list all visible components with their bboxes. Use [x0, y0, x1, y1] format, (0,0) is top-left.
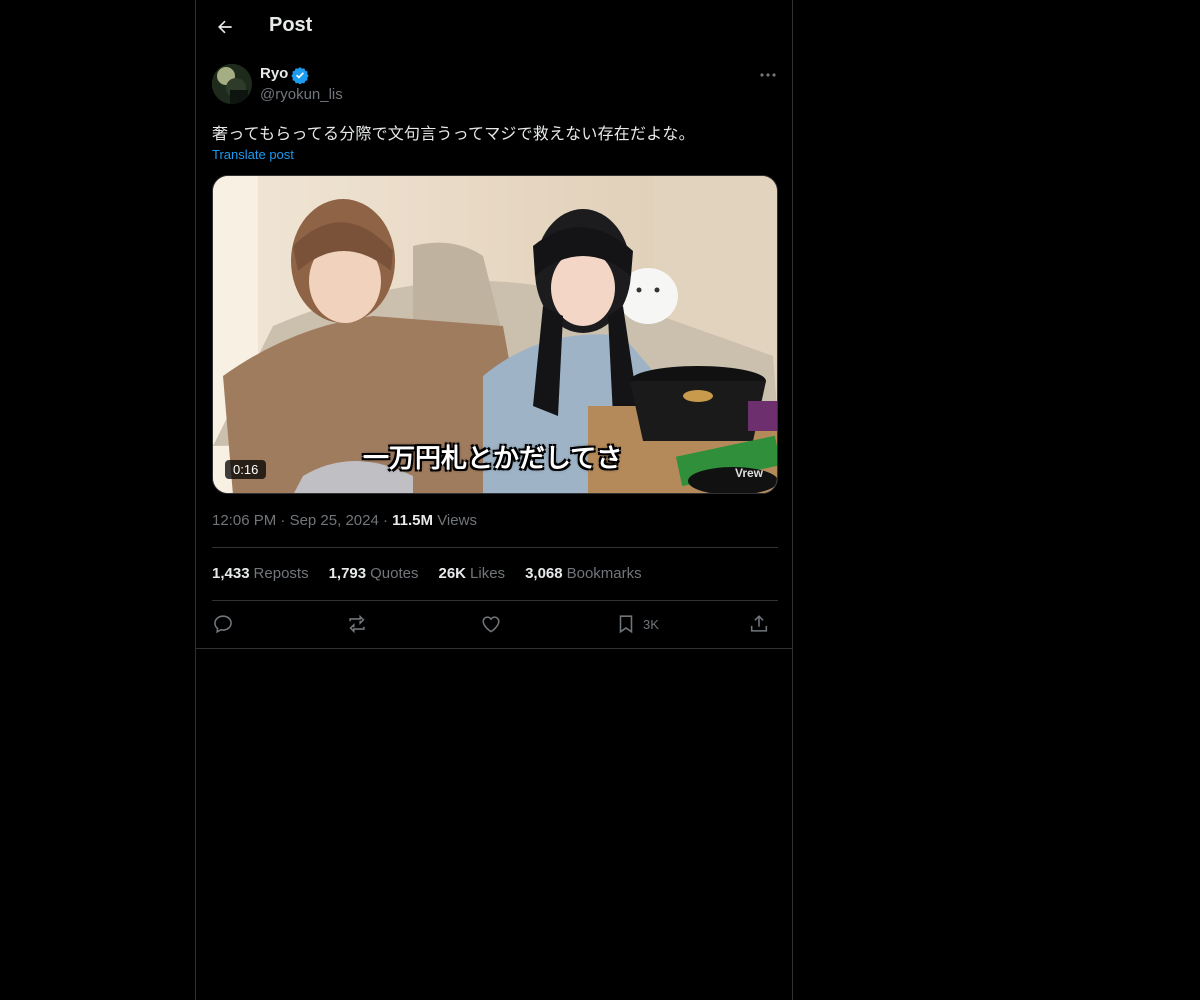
- bookmark-count: 3K: [643, 616, 659, 632]
- post-meta: 12:06 PM · Sep 25, 2024 · 11.5M Views: [212, 512, 477, 529]
- meta-separator: ·: [382, 512, 393, 529]
- share-button[interactable]: [748, 611, 770, 637]
- reposts-label: Reposts: [253, 565, 309, 582]
- meta-separator: ·: [280, 512, 290, 529]
- avatar[interactable]: [212, 64, 252, 104]
- divider: [212, 547, 778, 548]
- likes-label: Likes: [470, 565, 506, 582]
- repost-button[interactable]: [346, 611, 368, 637]
- author-name[interactable]: Ryo: [260, 65, 288, 82]
- action-bar: 3K: [212, 611, 778, 639]
- header: Post: [196, 0, 792, 54]
- divider: [196, 648, 792, 649]
- repost-icon: [349, 614, 365, 634]
- page-title: Post: [269, 14, 313, 36]
- avatar-image: [212, 64, 252, 104]
- divider: [212, 600, 778, 601]
- likes-stat[interactable]: 26K Likes: [439, 565, 506, 582]
- author-handle[interactable]: @ryokun_lis: [260, 86, 343, 103]
- bookmark-button[interactable]: 3K: [615, 611, 659, 637]
- share-icon: [750, 615, 768, 632]
- post-stats: 1,433 Reposts 1,793 Quotes 26K Likes 3,068 B…: [212, 565, 642, 582]
- post-column: Post Ryo @ryokun_lis 奢ってもらってる分際で文句言うってマジ…: [195, 0, 793, 1000]
- quotes-stat[interactable]: 1,793 Quotes: [329, 565, 419, 582]
- verified-badge-icon: [291, 67, 309, 84]
- bookmarks-label: Bookmarks: [566, 565, 642, 582]
- video-duration: 0:16: [225, 460, 267, 479]
- reposts-stat[interactable]: 1,433 Reposts: [212, 565, 309, 582]
- post-text: 奢ってもらってる分際で文句言うってマジで救えない存在だよな。: [212, 124, 695, 143]
- reposts-count: 1,433: [212, 565, 250, 582]
- video-watermark: Vrew: [735, 466, 764, 480]
- video-player[interactable]: 0:16 一万円札とかだしてさ Vrew: [212, 175, 778, 494]
- reply-icon: [214, 615, 232, 634]
- post-date[interactable]: Sep 25, 2024: [290, 512, 379, 529]
- bookmarks-count: 3,068: [525, 565, 563, 582]
- quotes-count: 1,793: [328, 565, 367, 582]
- heart-icon: [482, 616, 500, 633]
- arrow-left-icon: [218, 20, 232, 34]
- bookmark-icon: [619, 615, 633, 634]
- post-time[interactable]: 12:06 PM: [212, 512, 276, 529]
- like-button[interactable]: [480, 611, 502, 637]
- views-count: 11.5M: [392, 512, 434, 529]
- more-button[interactable]: [754, 64, 782, 86]
- back-button[interactable]: [208, 10, 242, 44]
- reply-button[interactable]: [212, 611, 234, 637]
- video-subtitle: 一万円札とかだしてさ: [363, 444, 623, 474]
- bookmarks-stat[interactable]: 3,068 Bookmarks: [525, 565, 642, 582]
- views-label: Views: [437, 512, 477, 529]
- likes-count: 26K: [438, 565, 467, 582]
- quotes-label: Quotes: [370, 565, 419, 582]
- more-dots-icon: [760, 73, 776, 77]
- translate-post-link[interactable]: Translate post: [212, 147, 294, 162]
